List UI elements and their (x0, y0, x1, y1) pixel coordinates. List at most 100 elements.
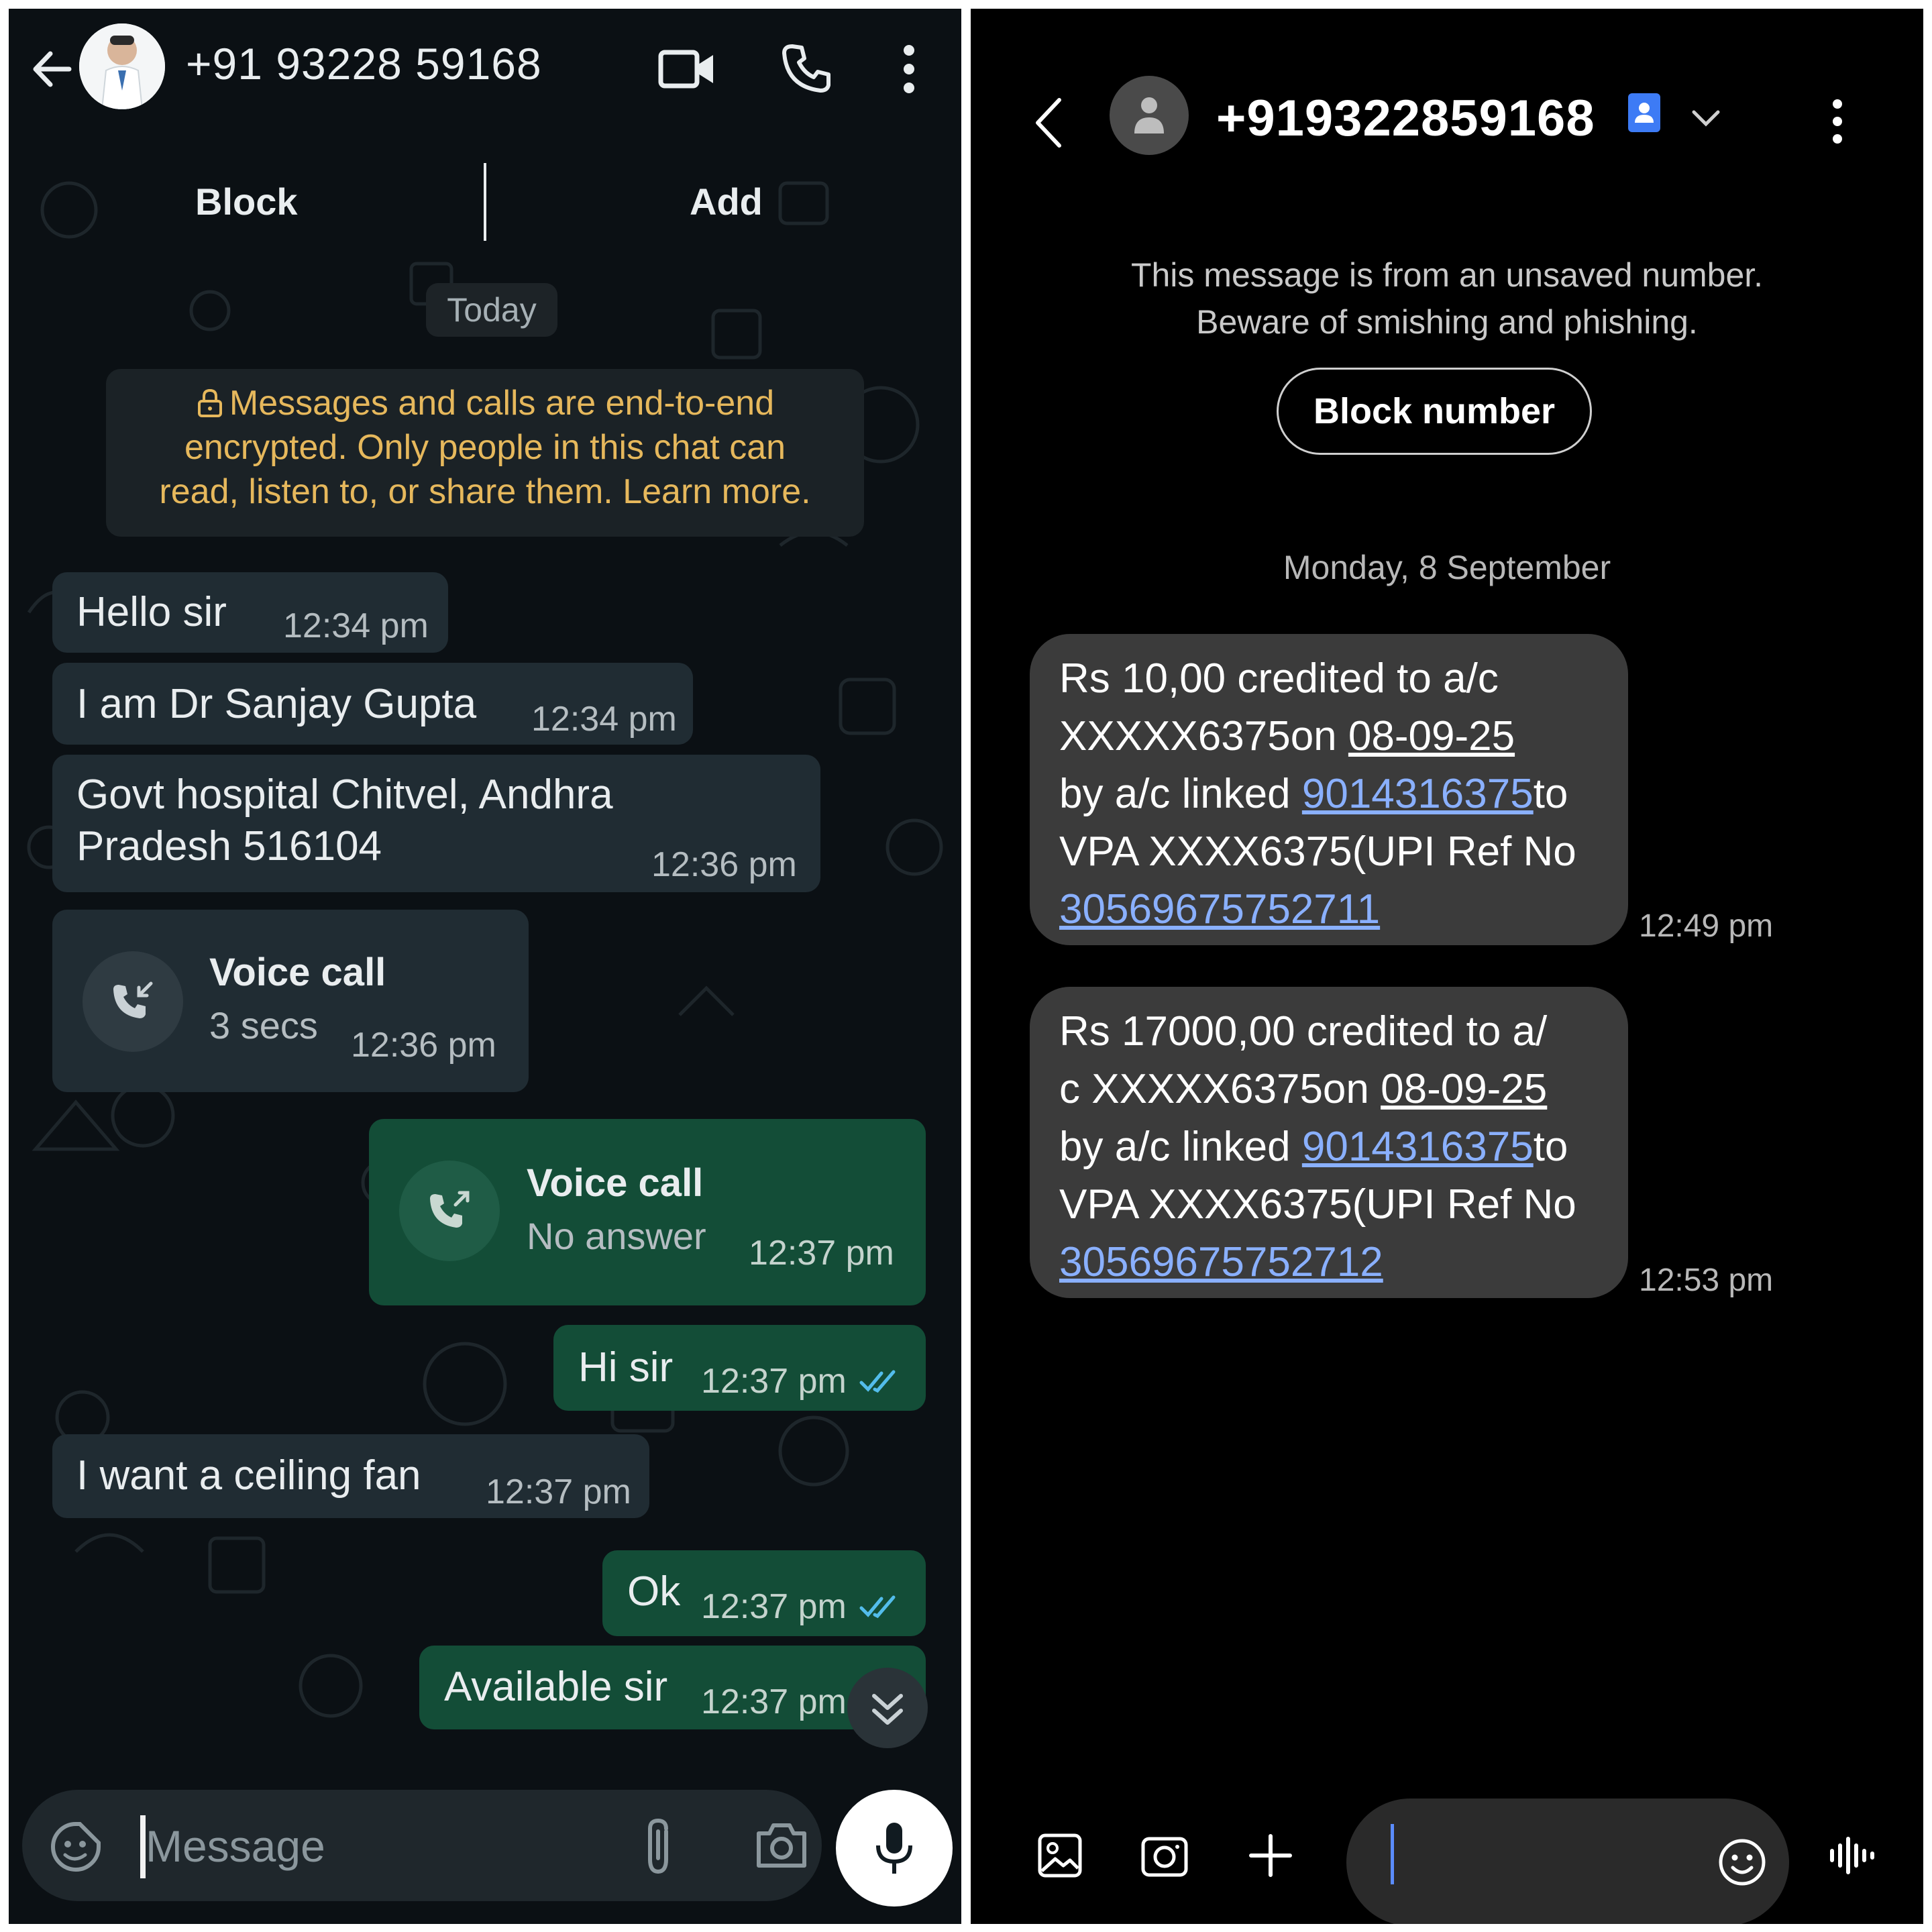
sms-time: 12:49 pm (1639, 908, 1774, 944)
call-icon-circle (399, 1161, 500, 1261)
chat-header: +91 93228 59168 (9, 9, 961, 133)
phone-link[interactable]: 9014316375 (1302, 771, 1534, 817)
contact-avatar[interactable] (1110, 76, 1189, 155)
encryption-line-3: read, listen to, or share them. Learn mo… (159, 472, 811, 511)
add-button[interactable]: Add (690, 180, 763, 223)
message-outgoing[interactable]: Ok 12:37 pm (602, 1550, 926, 1636)
message-time: 12:37 pm (486, 1472, 631, 1511)
whatsapp-panel: +91 93228 59168 Block Add Today Messages… (9, 9, 961, 1924)
back-arrow-icon[interactable] (29, 46, 76, 93)
sms-line-3: by a/c linked 9014316375to (1059, 1124, 1568, 1170)
sms-line-4: VPA XXXX6375(UPI Ref No (1059, 1181, 1576, 1228)
block-button[interactable]: Block (195, 180, 298, 223)
encryption-line-1: Messages and calls are end-to-end (106, 381, 864, 425)
sms-time: 12:53 pm (1639, 1263, 1774, 1298)
contact-card-icon[interactable] (1627, 92, 1662, 133)
message-text: I want a ceiling fan (76, 1452, 421, 1499)
lock-icon (197, 388, 222, 417)
more-vert-icon[interactable] (1829, 95, 1845, 148)
video-call-icon[interactable] (657, 46, 717, 93)
emoji-icon[interactable] (1717, 1837, 1768, 1888)
camera-icon[interactable] (753, 1820, 810, 1871)
sms-line-1: Rs 17000,00 credited to a/ (1059, 1008, 1548, 1055)
message-time: 12:34 pm (531, 700, 677, 739)
date-header: Monday, 8 September (1283, 549, 1611, 586)
sms-line-5: 30569675752712 (1059, 1234, 1599, 1291)
message-text-line-1: Govt hospital Chitvel, Andhra (76, 771, 613, 818)
voice-wave-icon[interactable] (1827, 1832, 1880, 1879)
sms-line-1: Rs 10,00 credited to a/c (1059, 655, 1499, 702)
block-number-button[interactable]: Block number (1277, 368, 1592, 455)
call-title: Voice call (209, 951, 386, 994)
sms-message[interactable]: Rs 17000,00 credited to a/ c XXXXX6375on… (1030, 987, 1628, 1298)
message-text: Ok (627, 1568, 681, 1615)
scroll-down-icon (872, 1694, 903, 1725)
contact-avatar[interactable] (79, 23, 165, 109)
date-chip: Today (426, 283, 557, 337)
message-incoming[interactable]: I am Dr Sanjay Gupta 12:34 pm (52, 663, 693, 745)
encryption-notice[interactable]: Messages and calls are end-to-end encryp… (106, 369, 864, 537)
message-time: 12:37 pm (701, 1587, 847, 1626)
sms-panel: +919322859168 This message is from an un… (971, 9, 1923, 1924)
sms-line-2: c XXXXX6375on 08-09-25 (1059, 1066, 1548, 1112)
message-time: 12:37 pm (701, 1362, 847, 1401)
sticker-icon[interactable] (49, 1820, 103, 1874)
plus-icon[interactable] (1247, 1832, 1294, 1879)
voice-call-outgoing[interactable]: Voice call No answer 12:37 pm (369, 1119, 926, 1305)
attach-icon[interactable] (639, 1817, 677, 1877)
contact-name[interactable]: +91 93228 59168 (186, 38, 542, 89)
back-chevron-icon[interactable] (1032, 96, 1066, 150)
outgoing-call-icon (430, 1191, 470, 1228)
message-incoming[interactable]: Hello sir 12:34 pm (52, 572, 448, 653)
warning-line-2: Beware of smishing and phishing. (1196, 303, 1698, 341)
gallery-icon[interactable] (1036, 1832, 1083, 1879)
message-text: Available sir (444, 1664, 668, 1710)
message-text: I am Dr Sanjay Gupta (76, 681, 477, 727)
sms-line-4: VPA XXXX6375(UPI Ref No (1059, 828, 1576, 875)
message-text: Hi sir (578, 1344, 674, 1391)
mic-icon (876, 1823, 912, 1874)
phone-link[interactable]: 9014316375 (1302, 1124, 1534, 1170)
warning-line-1: This message is from an unsaved number. (1130, 256, 1764, 294)
doctor-photo-icon (79, 23, 165, 109)
person-icon (1134, 97, 1164, 133)
sms-line-3: by a/c linked 9014316375to (1059, 771, 1568, 817)
mic-button[interactable] (836, 1790, 953, 1907)
date-link[interactable]: 08-09-25 (1348, 713, 1515, 759)
contact-name[interactable]: +919322859168 (1216, 89, 1595, 148)
date-link[interactable]: 08-09-25 (1381, 1066, 1547, 1112)
camera-icon[interactable] (1140, 1832, 1189, 1879)
message-time: 12:34 pm (283, 606, 429, 645)
ref-number-link[interactable]: 30569675752712 (1059, 1239, 1383, 1285)
sms-line-2: XXXXX6375on 08-09-25 (1059, 713, 1515, 759)
double-check-icon (859, 1595, 896, 1619)
call-icon-circle (83, 951, 183, 1052)
message-text: Hello sir (76, 589, 227, 635)
message-input[interactable] (1346, 1799, 1789, 1924)
scroll-to-bottom-button[interactable] (847, 1668, 928, 1748)
message-time: 12:37 pm (701, 1682, 847, 1721)
message-time: 12:36 pm (351, 1026, 496, 1065)
actions-divider (484, 163, 486, 241)
unknown-contact-actions: Block Add (9, 133, 961, 260)
double-check-icon (859, 1370, 896, 1393)
message-incoming[interactable]: I want a ceiling fan 12:37 pm (52, 1434, 649, 1518)
incoming-call-icon (113, 981, 153, 1018)
ref-number-link[interactable]: 30569675752711 (1059, 886, 1380, 932)
encryption-line-2: encrypted. Only people in this chat can (184, 428, 786, 467)
sms-message[interactable]: Rs 10,00 credited to a/c XXXXX6375on 08-… (1030, 634, 1628, 945)
chevron-down-icon[interactable] (1691, 108, 1721, 128)
message-outgoing[interactable]: Hi sir 12:37 pm (553, 1325, 926, 1411)
message-text-line-2: Pradesh 516104 (76, 823, 382, 869)
more-vert-icon[interactable] (901, 42, 917, 96)
message-composer[interactable]: Message (22, 1790, 822, 1901)
message-incoming[interactable]: Govt hospital Chitvel, Andhra Pradesh 51… (52, 755, 820, 892)
call-subtitle: 3 secs (209, 1004, 318, 1046)
call-title: Voice call (527, 1161, 704, 1205)
phone-icon[interactable] (780, 41, 834, 95)
sms-line-5: 30569675752711 (1059, 881, 1599, 938)
message-input[interactable]: Message (146, 1821, 325, 1872)
message-time: 12:36 pm (651, 845, 797, 884)
message-time: 12:37 pm (749, 1234, 894, 1273)
voice-call-incoming[interactable]: Voice call 3 secs 12:36 pm (52, 910, 529, 1092)
